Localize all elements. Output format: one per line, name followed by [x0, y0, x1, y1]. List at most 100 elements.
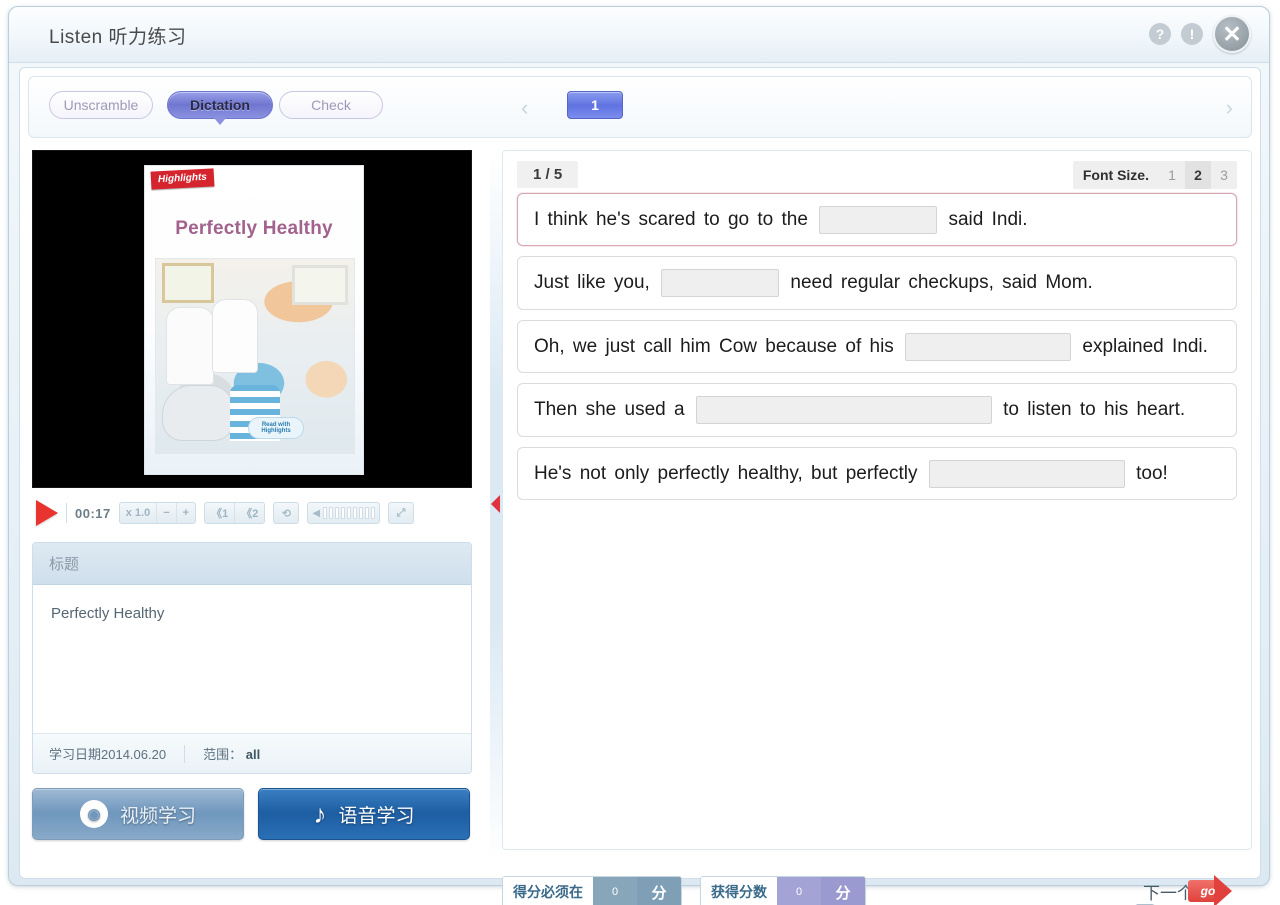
speed-increase-icon[interactable]: + [177, 503, 195, 523]
sentence-row[interactable]: Oh, we just call him Cow because of his … [517, 319, 1237, 374]
speed-decrease-icon[interactable]: − [157, 503, 177, 523]
picture-frame-right [292, 265, 348, 305]
range-info: 范围： all [203, 747, 261, 762]
blank-input[interactable] [695, 396, 992, 425]
page-button-1[interactable]: 1 [567, 91, 623, 119]
cover-seal: Read with Highlights [248, 417, 304, 439]
video-study-label: 视频学习 [119, 805, 196, 827]
repeat-start-icon[interactable]: 《1 [205, 503, 236, 523]
blank-input[interactable] [905, 332, 1072, 361]
blank-input[interactable] [819, 205, 938, 234]
film-reel-icon: ◉ [79, 800, 108, 828]
help-icon[interactable]: ? [1149, 23, 1171, 45]
playback-speed-value[interactable]: x 1.0 [120, 503, 158, 523]
dictation-panel: 1 / 5 Font Size. 1 2 3 I think he's scar… [502, 150, 1252, 850]
media-player-controls: 00:17 x 1.0 − + 《1 《2 ⟲ ◀ ⤢ [32, 494, 484, 532]
close-icon[interactable]: ✕ [1213, 15, 1251, 53]
blank-input[interactable] [928, 459, 1125, 488]
loop-icon[interactable]: ⟲ [273, 502, 300, 524]
sentence-text: Just like you, [534, 272, 650, 294]
book-cover-illustration: Read with Highlights [155, 258, 355, 454]
video-study-button[interactable]: ◉ 视频学习 [32, 788, 244, 840]
doctor-figure-two [212, 299, 258, 373]
volume-bar [353, 507, 358, 519]
content-area: Unscramble Dictation Check ‹ 1 › Highlig… [19, 67, 1261, 905]
blank-input[interactable] [661, 269, 780, 298]
book-cover-title: Perfectly Healthy [175, 218, 333, 239]
panel-collapse-handle[interactable] [490, 150, 502, 866]
sentence-list: I think he's scared to go to the said In… [513, 193, 1241, 501]
lesson-info-content: Perfectly Healthy [51, 605, 165, 622]
study-mode-buttons: ◉ 视频学习 ♪ 语音学习 [32, 788, 470, 840]
speaker-icon: ◀ [312, 507, 321, 519]
earned-score-label: 获得分数 [701, 877, 777, 905]
lesson-info-header: 标题 [33, 543, 471, 585]
required-score-value: 0 [593, 877, 637, 905]
sentence-text: Oh, we just call him Cow because of his [534, 335, 894, 357]
go-arrow-icon[interactable]: go [1188, 874, 1234, 905]
play-button[interactable] [36, 500, 58, 526]
earned-score-widget: 获得分数 0 分 [700, 876, 866, 905]
audio-study-button[interactable]: ♪ 语音学习 [258, 788, 470, 840]
volume-bar [335, 507, 340, 519]
chevron-left-icon[interactable]: ‹ [521, 95, 528, 121]
divider [66, 503, 67, 523]
divider [184, 744, 186, 763]
video-viewport[interactable]: Highlights Perfectly Healthy Read with H… [32, 150, 472, 488]
font-size-label: Font Size. [1082, 167, 1149, 183]
next-label: 下一个 [1143, 883, 1194, 903]
lesson-info-footer: 学习日期2014.06.20 范围： all [33, 733, 471, 773]
next-control[interactable]: 下一个 go [1143, 874, 1234, 905]
sentence-row[interactable]: Just like you, need regular checkups, sa… [517, 256, 1237, 310]
volume-bar [371, 507, 376, 519]
mode-toolbar: Unscramble Dictation Check ‹ 1 › [28, 76, 1252, 138]
earned-score-value: 0 [777, 877, 821, 905]
volume-bar [347, 507, 352, 519]
tab-check[interactable]: Check [279, 91, 383, 119]
earned-score-unit: 分 [821, 877, 865, 905]
repeat-end-icon[interactable]: 《2 [235, 503, 264, 523]
collapse-arrow-icon[interactable] [491, 495, 500, 513]
chevron-right-icon[interactable]: › [1226, 95, 1233, 121]
font-size-option-2[interactable]: 2 [1185, 161, 1211, 189]
cat-illustration [162, 385, 234, 441]
sentence-text: said Indi. [948, 209, 1028, 230]
doctor-figure-one [166, 307, 214, 385]
volume-bar [359, 507, 364, 519]
volume-slider[interactable]: ◀ [307, 502, 381, 524]
page-title: Listen 听力练习 [49, 27, 187, 48]
title-bar: Listen 听力练习 ? ! ✕ [9, 7, 1269, 63]
media-column: Highlights Perfectly Healthy Read with H… [32, 150, 484, 866]
tab-dictation[interactable]: Dictation [167, 91, 273, 125]
dictation-header: 1 / 5 Font Size. 1 2 3 [513, 159, 1241, 193]
music-note-icon: ♪ [313, 799, 327, 829]
volume-bar [341, 507, 346, 519]
sentence-text: I think he's scared to go to the [534, 209, 808, 230]
speed-control-group: x 1.0 − + [118, 502, 197, 524]
sentence-text: too! [1136, 462, 1168, 484]
application-window: Listen 听力练习 ? ! ✕ Unscramble Dictation C… [8, 6, 1270, 905]
font-size-control: Font Size. 1 2 3 [1072, 161, 1237, 189]
fullscreen-icon[interactable]: ⤢ [388, 502, 415, 524]
required-score-unit: 分 [637, 877, 681, 905]
publisher-badge: Highlights [150, 168, 215, 190]
info-icon[interactable]: ! [1181, 23, 1203, 45]
sentence-text: to listen to his heart. [1003, 399, 1186, 421]
playback-time: 00:17 [75, 505, 111, 521]
lesson-info-panel: 标题 Perfectly Healthy 学习日期2014.06.20 范围： … [32, 542, 472, 774]
font-size-option-3[interactable]: 3 [1211, 161, 1237, 189]
audio-study-label: 语音学习 [338, 805, 415, 827]
sentence-text: need regular checkups, said Mom. [790, 272, 1093, 294]
sentence-row[interactable]: Then she used a to listen to his heart. [517, 383, 1237, 437]
study-date: 学习日期2014.06.20 [49, 747, 167, 762]
sentence-row[interactable]: I think he's scared to go to the said In… [517, 193, 1237, 247]
window-controls: ? ! ✕ [1149, 15, 1251, 53]
volume-level-bars [323, 507, 376, 519]
required-score-widget: 得分必须在 0 分 [502, 876, 682, 905]
sentence-row[interactable]: He's not only perfectly healthy, but per… [517, 446, 1237, 501]
sentence-text: He's not only perfectly healthy, but per… [534, 462, 918, 484]
volume-bar [365, 507, 370, 519]
font-size-option-1[interactable]: 1 [1159, 161, 1185, 189]
tab-unscramble[interactable]: Unscramble [49, 91, 153, 119]
sentence-page-indicator: 1 / 5 [517, 161, 579, 188]
